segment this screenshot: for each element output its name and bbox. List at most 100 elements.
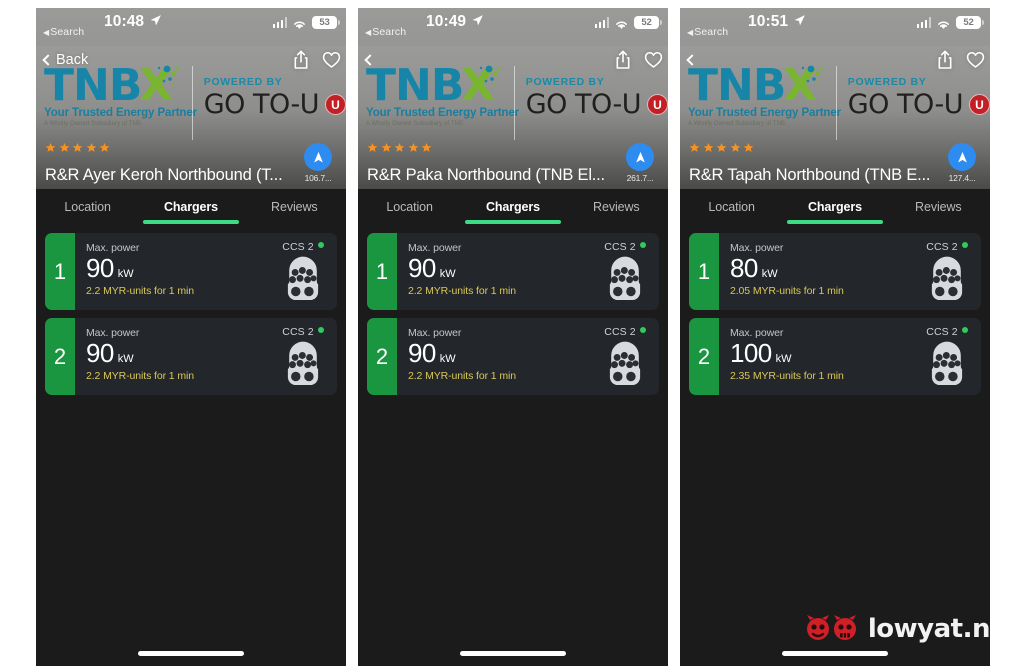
distance-label: 261.7...: [626, 173, 654, 183]
power-unit: kW: [117, 268, 134, 280]
availability-status-dot: [639, 327, 646, 333]
charger-card[interactable]: 2 Max. power 90 kW 2.2 MYR-units for 1 min CC…: [367, 318, 659, 395]
navigate-block[interactable]: 261.7...: [612, 143, 668, 185]
back-button[interactable]: Back: [42, 52, 88, 68]
phone-screen-1: ◀Search 10:48 53 Back TNB X Your Trusted Energ…: [36, 8, 346, 666]
availability-status-dot: [317, 242, 324, 248]
tab-location[interactable]: Location: [358, 189, 461, 224]
favorite-button[interactable]: [960, 48, 990, 72]
navigate-button[interactable]: [948, 143, 976, 171]
connector-label-row: CCS 2: [282, 241, 324, 253]
home-indicator[interactable]: [138, 651, 244, 656]
ccs2-connector-icon: [280, 256, 326, 307]
powered-by-label: POWERED BY: [203, 76, 283, 88]
navigate-button[interactable]: [304, 143, 332, 171]
navigate-block[interactable]: 127.4...: [934, 143, 990, 185]
connector-block: CCS 2: [924, 241, 970, 307]
location-arrow-icon: [150, 15, 161, 26]
connector-type: CCS 2: [926, 326, 958, 338]
page-title: R&R Ayer Keroh Northbound (T...: [45, 166, 283, 184]
charger-index: 1: [45, 233, 75, 310]
partner-row: GO TO-U U: [204, 89, 346, 120]
charger-index: 1: [367, 233, 397, 310]
favorite-button[interactable]: [638, 48, 668, 72]
tab-chargers[interactable]: Chargers: [139, 189, 242, 224]
power-unit: kW: [761, 268, 778, 280]
home-indicator[interactable]: [782, 651, 888, 656]
tab-location[interactable]: Location: [36, 189, 139, 224]
tab-reviews[interactable]: Reviews: [887, 189, 990, 224]
status-back-to-app[interactable]: ◀Search: [687, 26, 728, 38]
connector-block: CCS 2: [602, 241, 648, 307]
battery-icon: 52: [956, 16, 984, 29]
partner-name: GO TO-U: [525, 89, 642, 120]
tab-chargers[interactable]: Chargers: [461, 189, 564, 224]
home-indicator[interactable]: [460, 651, 566, 656]
ccs2-connector-icon: [924, 256, 970, 307]
nav-bar: [358, 46, 668, 74]
venue-hero-header: TNB X Your Trusted Energy Partner A Wholly …: [358, 46, 668, 189]
navigate-button[interactable]: [626, 143, 654, 171]
status-indicators: 53: [272, 16, 340, 29]
venue-title-row: R&R Paka Northbound (TNB El... 261.7...: [358, 143, 668, 185]
ccs2-connector-icon: [602, 256, 648, 307]
brand-banner: TNB X Your Trusted Energy Partner A Wholly …: [680, 64, 990, 142]
venue-title-row: R&R Ayer Keroh Northbound (T... 106.7...: [36, 143, 346, 185]
power-value: 90: [408, 338, 436, 368]
tab-chargers[interactable]: Chargers: [783, 189, 886, 224]
charger-card-body: Max. power 90 kW 2.2 MYR-units for 1 min CCS…: [75, 233, 337, 310]
tnbx-tagline: Your Trusted Energy Partner: [44, 107, 198, 119]
tab-bar: Location Chargers Reviews: [358, 189, 668, 224]
tnbx-subline: A Wholly Owned Subsidiary of TNB: [366, 121, 464, 127]
tnbx-subline: A Wholly Owned Subsidiary of TNB: [688, 121, 786, 127]
location-arrow-icon: [794, 15, 805, 26]
status-time: 10:49: [426, 13, 467, 30]
share-button[interactable]: [608, 48, 638, 72]
lowyat-wordmark: lowyat.n: [867, 614, 991, 644]
charger-index: 2: [45, 318, 75, 395]
back-button[interactable]: [686, 54, 698, 66]
status-time: 10:51: [748, 13, 789, 30]
power-value: 90: [408, 253, 436, 283]
status-bar: ◀Search 10:51 52: [680, 8, 990, 46]
nav-bar: Back: [36, 46, 346, 74]
wifi-icon: [614, 17, 629, 29]
ccs2-connector-icon: [287, 256, 319, 301]
share-button[interactable]: [930, 48, 960, 72]
charger-card[interactable]: 1 Max. power 80 kW 2.05 MYR-units for 1 min C…: [689, 233, 981, 310]
ccs2-connector-icon: [609, 341, 641, 386]
connector-block: CCS 2: [280, 241, 326, 307]
powered-by-label: POWERED BY: [847, 76, 927, 88]
favorite-button[interactable]: [316, 48, 346, 72]
connector-label-row: CCS 2: [604, 326, 646, 338]
tab-location[interactable]: Location: [680, 189, 783, 224]
power-value: 80: [730, 253, 758, 283]
power-unit: kW: [775, 353, 792, 365]
navigate-block[interactable]: 106.7...: [290, 143, 346, 185]
charger-card[interactable]: 1 Max. power 90 kW 2.2 MYR-units for 1 min CC…: [45, 233, 337, 310]
charger-card[interactable]: 2 Max. power 100 kW 2.35 MYR-units for 1 min…: [689, 318, 981, 395]
share-button[interactable]: [286, 48, 316, 72]
tnbx-tagline: Your Trusted Energy Partner: [688, 107, 842, 119]
tab-bar: Location Chargers Reviews: [680, 189, 990, 224]
brand-banner: TNB X Your Trusted Energy Partner A Wholly …: [358, 64, 668, 142]
tab-reviews[interactable]: Reviews: [243, 189, 346, 224]
charger-card[interactable]: 2 Max. power 90 kW 2.2 MYR-units for 1 min CC…: [45, 318, 337, 395]
availability-status-dot: [961, 327, 968, 333]
status-back-to-app[interactable]: ◀Search: [43, 26, 84, 38]
status-back-to-app[interactable]: ◀Search: [365, 26, 406, 38]
connector-block: CCS 2: [280, 326, 326, 392]
wifi-icon: [292, 17, 307, 29]
page-title: R&R Tapah Northbound (TNB E...: [689, 166, 931, 184]
status-bar: ◀Search 10:49 52: [358, 8, 668, 46]
charger-card[interactable]: 1 Max. power 90 kW 2.2 MYR-units for 1 min CC…: [367, 233, 659, 310]
status-indicators: 52: [916, 16, 984, 29]
partner-name: GO TO-U: [847, 89, 964, 120]
connector-type: CCS 2: [604, 241, 636, 253]
cellular-signal-icon: [916, 17, 931, 28]
back-button[interactable]: [364, 54, 376, 66]
charger-list: 1 Max. power 90 kW 2.2 MYR-units for 1 min CC…: [358, 224, 668, 666]
power-value: 90: [86, 338, 114, 368]
tab-reviews[interactable]: Reviews: [565, 189, 668, 224]
partner-badge-icon: U: [647, 94, 668, 115]
